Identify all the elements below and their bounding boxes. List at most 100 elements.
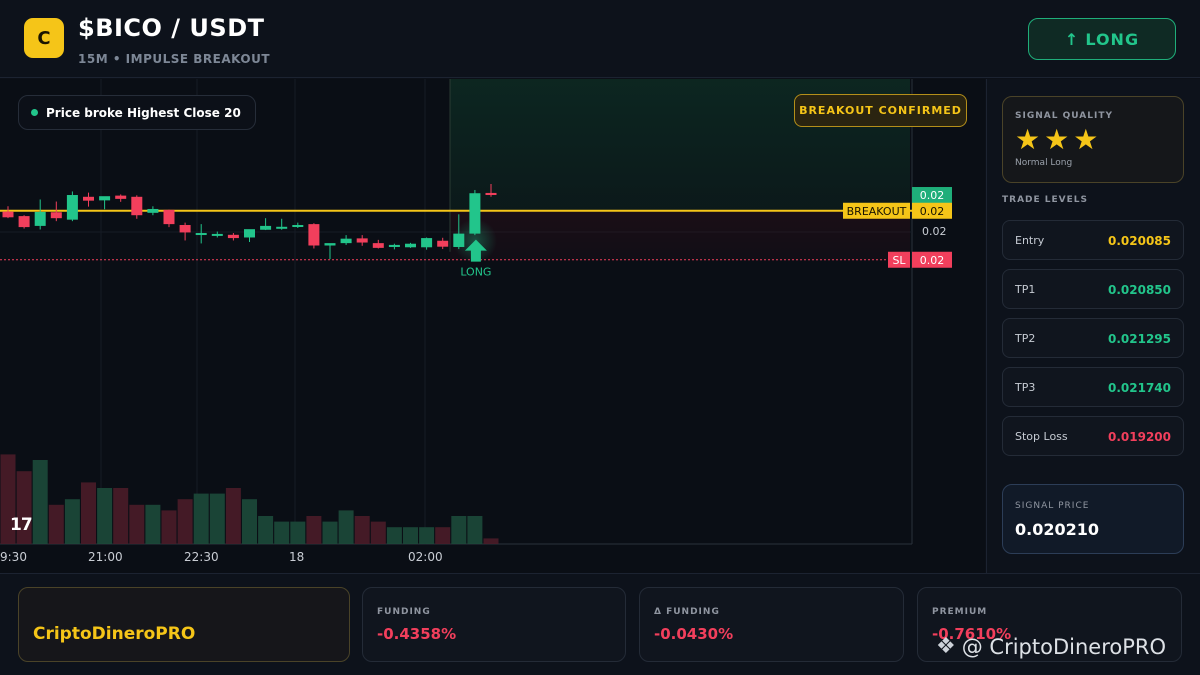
- volume-bar: [290, 521, 306, 544]
- candle-body: [227, 234, 239, 239]
- metric-value: -0.4358%: [377, 625, 457, 643]
- candle-body: [115, 195, 127, 199]
- volume-bar: [209, 493, 225, 544]
- current-price-tag: 0.02: [920, 189, 945, 202]
- candle-body: [260, 225, 272, 230]
- volume-bar: [225, 488, 241, 544]
- volume-bar: [274, 521, 290, 544]
- stop-loss-zone: [450, 210, 910, 260]
- candle-body: [131, 196, 143, 216]
- candle-body: [324, 243, 336, 246]
- tradingview-logo: 17: [10, 515, 33, 535]
- volume-bar: [113, 488, 129, 544]
- level-name: TP2: [1015, 332, 1036, 345]
- candle-body: [66, 195, 78, 220]
- signal-price-value: 0.020210: [1015, 520, 1100, 539]
- x-tick-label: 02:00: [408, 550, 443, 564]
- candle-body: [195, 233, 207, 236]
- candle-body: [99, 196, 111, 201]
- candle-body: [372, 243, 384, 248]
- candle-body: [356, 238, 368, 243]
- breakout-info-pill: Price broke Highest Close 20: [18, 95, 256, 130]
- volume-bar: [81, 482, 96, 544]
- candle-body: [147, 208, 159, 213]
- brand-name: CriptoDineroPRO: [33, 624, 196, 644]
- volume-bar: [338, 510, 354, 544]
- status-dot-icon: [31, 109, 38, 116]
- candle-body: [211, 233, 223, 236]
- pair-title: $BICO / USDT: [78, 14, 265, 42]
- volume-bar: [370, 521, 386, 544]
- volume-bar: [161, 510, 177, 544]
- candle-body: [2, 211, 14, 218]
- star-icon: ★: [1073, 123, 1099, 156]
- candle-body: [18, 216, 30, 228]
- long-button[interactable]: ↑ LONG: [1028, 18, 1176, 60]
- watermark-text: @ CriptoDineroPRO: [961, 634, 1166, 659]
- candle-body: [388, 244, 400, 247]
- candle-body: [244, 229, 255, 238]
- signal-quality-label: SIGNAL QUALITY: [1015, 111, 1113, 121]
- star-icon: ★: [1044, 123, 1070, 156]
- header: C $BICO / USDT 15M • IMPULSE BREAKOUT ↑ …: [0, 0, 1200, 78]
- watermark: ❖ @ CriptoDineroPRO: [936, 634, 1166, 659]
- candle-body: [50, 212, 62, 219]
- long-signal-label: LONG: [460, 266, 491, 279]
- level-row-tp3: TP3 0.021740: [1002, 367, 1184, 407]
- level-row-tp1: TP1 0.020850: [1002, 269, 1184, 309]
- level-name: Stop Loss: [1015, 430, 1068, 443]
- signal-price-card: SIGNAL PRICE 0.020210: [1002, 484, 1184, 554]
- volume-bar: [97, 488, 113, 544]
- signal-markers: LONG: [452, 218, 497, 279]
- x-tick-label: 18: [289, 550, 305, 564]
- level-value: 0.021740: [1107, 381, 1171, 395]
- volume-bar: [306, 516, 322, 544]
- breakout-value-tag: 0.02: [920, 205, 945, 218]
- signal-price-label: SIGNAL PRICE: [1015, 501, 1090, 511]
- candle-body: [276, 226, 288, 229]
- star-rating: ★ ★ ★: [1015, 125, 1098, 155]
- x-tick-label: 21:00: [88, 550, 123, 564]
- volume-bar: [258, 516, 274, 544]
- level-name: TP1: [1015, 283, 1036, 296]
- volume-bar: [354, 516, 370, 544]
- volume-bar: [32, 460, 48, 544]
- level-row-stop-loss: Stop Loss 0.019200: [1002, 416, 1184, 456]
- volume-bar: [403, 527, 418, 544]
- trade-levels-title: TRADE LEVELS: [1002, 195, 1088, 205]
- volume-bar: [467, 516, 483, 544]
- breakout-tag: BREAKOUT: [847, 205, 907, 218]
- level-value: 0.020085: [1107, 234, 1171, 248]
- level-value: 0.019200: [1107, 430, 1171, 444]
- candle-body: [437, 240, 449, 247]
- volume-bar: [177, 499, 193, 544]
- star-icon: ★: [1015, 123, 1041, 156]
- candle-body: [340, 238, 352, 244]
- metric-value: -0.0430%: [654, 625, 734, 643]
- arrow-up-icon: ↑: [1064, 29, 1080, 49]
- candle-body: [34, 211, 46, 226]
- metric-label: Δ FUNDING: [654, 607, 720, 617]
- candle-body: [485, 192, 497, 196]
- x-tick-label: 9:30: [0, 550, 27, 564]
- level-name: Entry: [1015, 234, 1045, 247]
- coin-logo: C: [24, 18, 64, 58]
- metric-label: PREMIUM: [932, 607, 988, 617]
- level-name: TP3: [1015, 381, 1036, 394]
- level-row-tp2: TP2 0.021295: [1002, 318, 1184, 358]
- candle-body: [421, 238, 433, 248]
- volume-bar: [193, 493, 209, 544]
- price-axis-label: 0.02: [922, 225, 947, 238]
- metric-label: FUNDING: [377, 607, 431, 617]
- level-row-entry: Entry 0.020085: [1002, 220, 1184, 260]
- candle-body: [405, 243, 416, 248]
- volume-bar: [435, 527, 451, 544]
- breakout-info-text: Price broke Highest Close 20: [46, 105, 241, 120]
- price-chart[interactable]: 0.02 BREAKOUT 0.02 0.02 SL 0.02 LONG: [0, 79, 985, 573]
- delta-funding-card: Δ FUNDING -0.0430%: [639, 587, 904, 662]
- sl-value-tag: 0.02: [920, 254, 945, 267]
- signal-quality-card: SIGNAL QUALITY ★ ★ ★ Normal Long: [1002, 96, 1184, 183]
- volume-bar: [64, 499, 80, 544]
- volume-bar: [129, 504, 145, 544]
- volume-bar: [451, 516, 467, 544]
